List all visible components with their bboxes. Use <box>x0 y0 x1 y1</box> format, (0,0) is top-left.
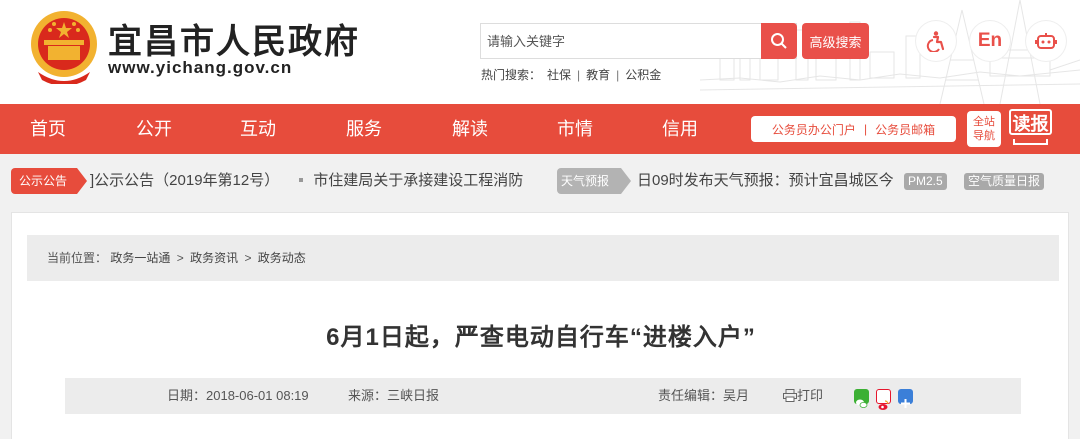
nav-item-interpret[interactable]: 解读 <box>452 104 488 154</box>
search-button[interactable] <box>761 23 797 59</box>
wechat-share-icon[interactable] <box>854 389 869 408</box>
article-editor: 责任编辑：吴月 <box>658 388 750 403</box>
english-icon: En <box>977 30 1003 51</box>
breadcrumb-item[interactable]: 政务动态 <box>258 251 306 265</box>
main-nav: 首页 公开 互动 服务 解读 市情 信用 公务员办公门户 | 公务员邮箱 <box>0 104 1080 154</box>
national-emblem-logo <box>31 11 97 84</box>
notice-item[interactable]: 市住建局关于承接建设工程消防 <box>313 172 523 189</box>
hot-search-item[interactable]: 教育 <box>586 66 610 83</box>
article-panel: 当前位置： 政务一站通 > 政务资讯 > 政务动态 6月1日起，严查电动自行车“… <box>11 212 1069 439</box>
site-header: 宜昌市人民政府 www.yichang.gov.cn 高级搜索 热门搜索： 社保… <box>0 0 1080 104</box>
nav-item-public[interactable]: 公开 <box>136 104 172 154</box>
notice-ticker: ]公示公告（2019年第12号） 市住建局关于承接建设工程消防 <box>90 168 540 194</box>
nav-item-city-info[interactable]: 市情 <box>557 104 593 154</box>
article-date: 日期：2018-06-01 08:19 <box>167 388 309 403</box>
hot-search-item[interactable]: 社保 <box>547 66 571 83</box>
read-newspaper-label: 读报 <box>1009 109 1052 135</box>
site-url: www.yichang.gov.cn <box>108 58 293 77</box>
weather-forecast[interactable]: 日09时发布天气预报：预计宜昌城区今 <box>637 168 899 194</box>
notice-item[interactable]: ]公示公告（2019年第12号） <box>90 172 279 189</box>
search-input[interactable] <box>481 24 763 58</box>
more-share-icon[interactable] <box>898 389 913 408</box>
breadcrumb-item[interactable]: 政务一站通 <box>110 251 170 265</box>
weibo-share-icon[interactable] <box>876 389 891 410</box>
article-title: 6月1日起，严查电动自行车“进楼入户” <box>326 324 756 351</box>
newspaper-icon <box>1013 139 1048 145</box>
search-icon <box>771 33 787 49</box>
site-navigation-button[interactable]: 全站 导航 <box>967 111 1001 147</box>
article-source: 来源：三峡日报 <box>348 388 440 403</box>
nav-item-credit[interactable]: 信用 <box>662 104 698 154</box>
robot-button[interactable] <box>1026 21 1066 61</box>
divider: | <box>577 67 581 82</box>
hot-search-item[interactable]: 公积金 <box>625 66 661 83</box>
weather-label: 天气预报 <box>557 168 631 194</box>
read-newspaper-button[interactable]: 读报 <box>1009 109 1052 147</box>
office-portal-link[interactable]: 公务员办公门户 <box>772 121 856 138</box>
accessibility-button[interactable] <box>916 21 956 61</box>
breadcrumb-separator: > <box>176 251 184 265</box>
printer-icon <box>783 389 797 402</box>
divider: | <box>863 122 868 136</box>
bullet-icon <box>299 177 304 182</box>
hot-search: 热门搜索： 社保 | 教育 | 公积金 <box>481 66 661 83</box>
robot-icon <box>1035 33 1057 49</box>
english-button[interactable]: En <box>970 21 1010 61</box>
article-meta: 日期：2018-06-01 08:19 来源：三峡日报 责任编辑：吴月 打印 <box>65 378 1021 414</box>
nav-item-service[interactable]: 服务 <box>346 104 382 154</box>
site-navigation-label: 导航 <box>973 130 995 142</box>
hot-search-label: 热门搜索： <box>481 68 542 82</box>
air-quality-badge[interactable]: 空气质量日报 <box>964 173 1045 190</box>
breadcrumb-separator: > <box>244 251 252 265</box>
breadcrumb-item[interactable]: 政务资讯 <box>190 251 238 265</box>
nav-item-home[interactable]: 首页 <box>30 104 66 154</box>
nav-item-interact[interactable]: 互动 <box>240 104 276 154</box>
civil-servant-links: 公务员办公门户 | 公务员邮箱 <box>751 116 956 142</box>
office-mail-link[interactable]: 公务员邮箱 <box>875 121 935 138</box>
pm25-badge[interactable]: PM2.5 <box>904 173 947 190</box>
notice-label: 公示公告 <box>11 168 87 194</box>
print-label: 打印 <box>797 388 824 403</box>
accessibility-icon <box>926 31 945 52</box>
breadcrumb-prefix: 当前位置： <box>47 251 108 265</box>
advanced-search-button[interactable]: 高级搜索 <box>802 23 869 59</box>
site-title: 宜昌市人民政府 <box>108 22 360 62</box>
print-button[interactable]: 打印 <box>783 378 823 414</box>
site-navigation-label: 全站 <box>973 116 995 128</box>
divider: | <box>616 67 620 82</box>
breadcrumb: 当前位置： 政务一站通 > 政务资讯 > 政务动态 <box>27 235 1059 281</box>
search-box <box>480 23 797 59</box>
